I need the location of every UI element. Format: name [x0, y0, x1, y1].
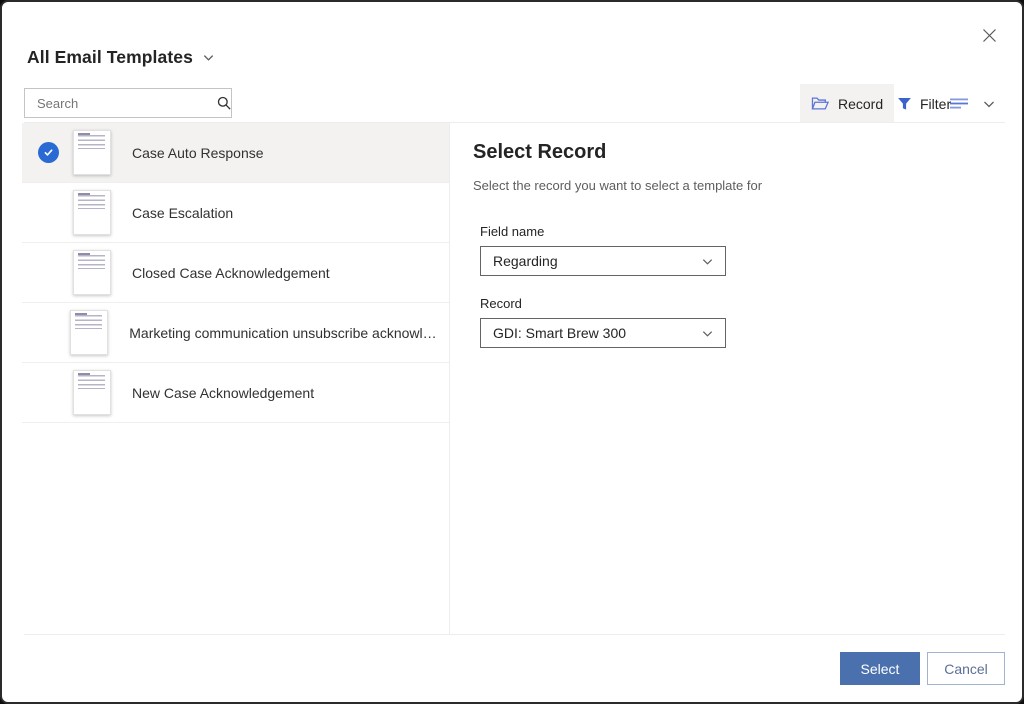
template-name: Case Auto Response: [132, 145, 274, 161]
chevron-down-icon: [701, 255, 725, 268]
template-thumbnail: [73, 130, 111, 175]
record-value: GDI: Smart Brew 300: [481, 325, 701, 341]
record-label: Record: [480, 296, 1017, 311]
search-input[interactable]: [25, 96, 217, 111]
toolbar-extra: [948, 84, 996, 123]
list-item[interactable]: Case Escalation: [22, 183, 449, 243]
panel-subtitle: Select the record you want to select a t…: [473, 178, 1017, 193]
footer-divider: [24, 634, 1005, 635]
template-name: Marketing communication unsubscribe ackn…: [129, 325, 449, 341]
template-thumbnail: [73, 250, 111, 295]
filter-funnel-icon: [897, 97, 912, 111]
template-thumbnail: [73, 190, 111, 235]
chevron-down-icon: [701, 327, 725, 340]
tab-record-label: Record: [838, 96, 883, 112]
template-name: Case Escalation: [132, 205, 243, 221]
chevron-down-icon: [202, 51, 215, 64]
open-folder-icon: [811, 96, 830, 111]
field-name-dropdown[interactable]: Regarding: [480, 246, 726, 276]
chevron-down-icon[interactable]: [982, 97, 996, 111]
select-button[interactable]: Select: [840, 652, 920, 685]
template-list: Case Auto Response Case Escalation Close…: [22, 123, 449, 423]
page-title: All Email Templates: [27, 47, 193, 68]
field-name-label: Field name: [480, 224, 1017, 239]
list-item[interactable]: Closed Case Acknowledgement: [22, 243, 449, 303]
cancel-button[interactable]: Cancel: [927, 652, 1005, 685]
record-dropdown[interactable]: GDI: Smart Brew 300: [480, 318, 726, 348]
list-item[interactable]: Case Auto Response: [22, 123, 449, 183]
select-template-dialog: All Email Templates Record Filter: [0, 0, 1024, 704]
check-slot: [38, 142, 73, 163]
panel-divider: [449, 122, 450, 634]
view-options-icon[interactable]: [948, 97, 970, 110]
template-name: New Case Acknowledgement: [132, 385, 324, 401]
view-selector[interactable]: All Email Templates: [27, 47, 215, 68]
tab-filter-label: Filter: [920, 96, 951, 112]
select-record-panel: Select Record Select the record you want…: [472, 123, 1017, 348]
tab-record[interactable]: Record: [800, 84, 894, 123]
close-icon[interactable]: [978, 24, 1000, 46]
template-thumbnail: [70, 310, 108, 355]
search-icon[interactable]: [217, 96, 241, 111]
search-box: [24, 88, 232, 118]
template-thumbnail: [73, 370, 111, 415]
panel-title: Select Record: [473, 141, 1017, 164]
list-item[interactable]: New Case Acknowledgement: [22, 363, 449, 423]
field-name-value: Regarding: [481, 253, 701, 269]
template-name: Closed Case Acknowledgement: [132, 265, 340, 281]
list-item[interactable]: Marketing communication unsubscribe ackn…: [22, 303, 449, 363]
selected-check-icon: [38, 142, 59, 163]
